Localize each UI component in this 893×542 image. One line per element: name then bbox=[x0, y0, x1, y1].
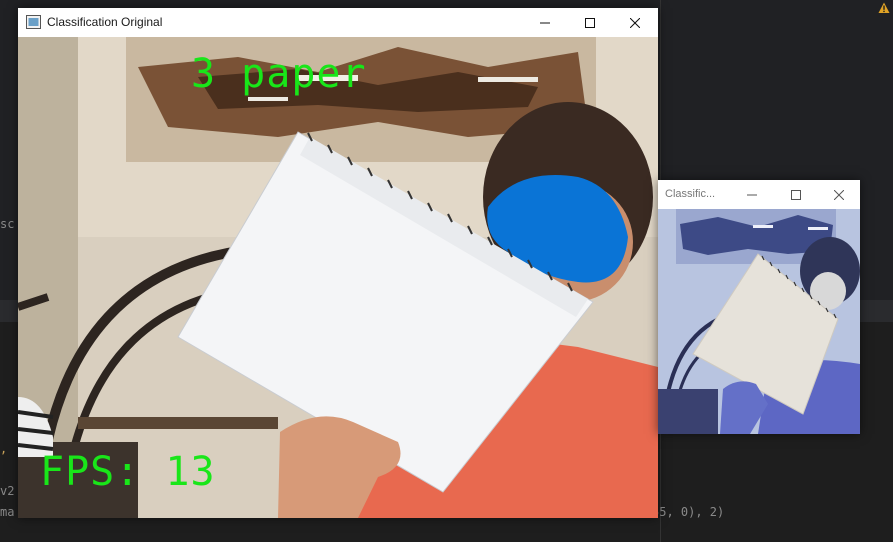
maximize-icon bbox=[791, 189, 801, 200]
maximize-button[interactable] bbox=[567, 8, 612, 37]
close-button[interactable] bbox=[612, 8, 658, 37]
camera-feed: 3 paper FPS: 13 bbox=[18, 37, 658, 518]
small-window-titlebar[interactable]: Classific... bbox=[658, 180, 860, 209]
classification-label: 3 paper bbox=[191, 51, 367, 97]
main-window[interactable]: Classification Original 3 paper FPS: 13 bbox=[18, 8, 658, 518]
minimize-button[interactable] bbox=[522, 8, 567, 37]
maximize-button[interactable] bbox=[774, 180, 818, 209]
code-fragment: ma bbox=[0, 505, 15, 519]
close-icon bbox=[630, 17, 640, 28]
minimize-icon bbox=[747, 194, 757, 195]
maximize-icon bbox=[584, 17, 595, 28]
window-title: Classific... bbox=[665, 188, 716, 200]
camera-frame-illustration bbox=[18, 37, 658, 518]
minimize-icon bbox=[539, 22, 550, 23]
code-fragment: sc bbox=[0, 217, 15, 231]
warning-triangle-icon[interactable] bbox=[878, 2, 890, 14]
window-title: Classification Original bbox=[47, 15, 163, 29]
close-button[interactable] bbox=[818, 180, 860, 209]
close-icon bbox=[834, 189, 844, 200]
code-fragment: v2 bbox=[0, 484, 15, 498]
small-window[interactable]: Classific... bbox=[658, 180, 860, 434]
minimize-button[interactable] bbox=[730, 180, 774, 209]
window-app-icon bbox=[26, 15, 41, 29]
main-window-titlebar[interactable]: Classification Original bbox=[18, 8, 658, 37]
processed-feed bbox=[658, 209, 860, 434]
code-fragment: 55, 0), 2) bbox=[652, 505, 725, 519]
code-fragment: , bbox=[0, 442, 8, 456]
fps-counter: FPS: 13 bbox=[40, 449, 216, 495]
processed-frame-illustration bbox=[658, 209, 860, 434]
